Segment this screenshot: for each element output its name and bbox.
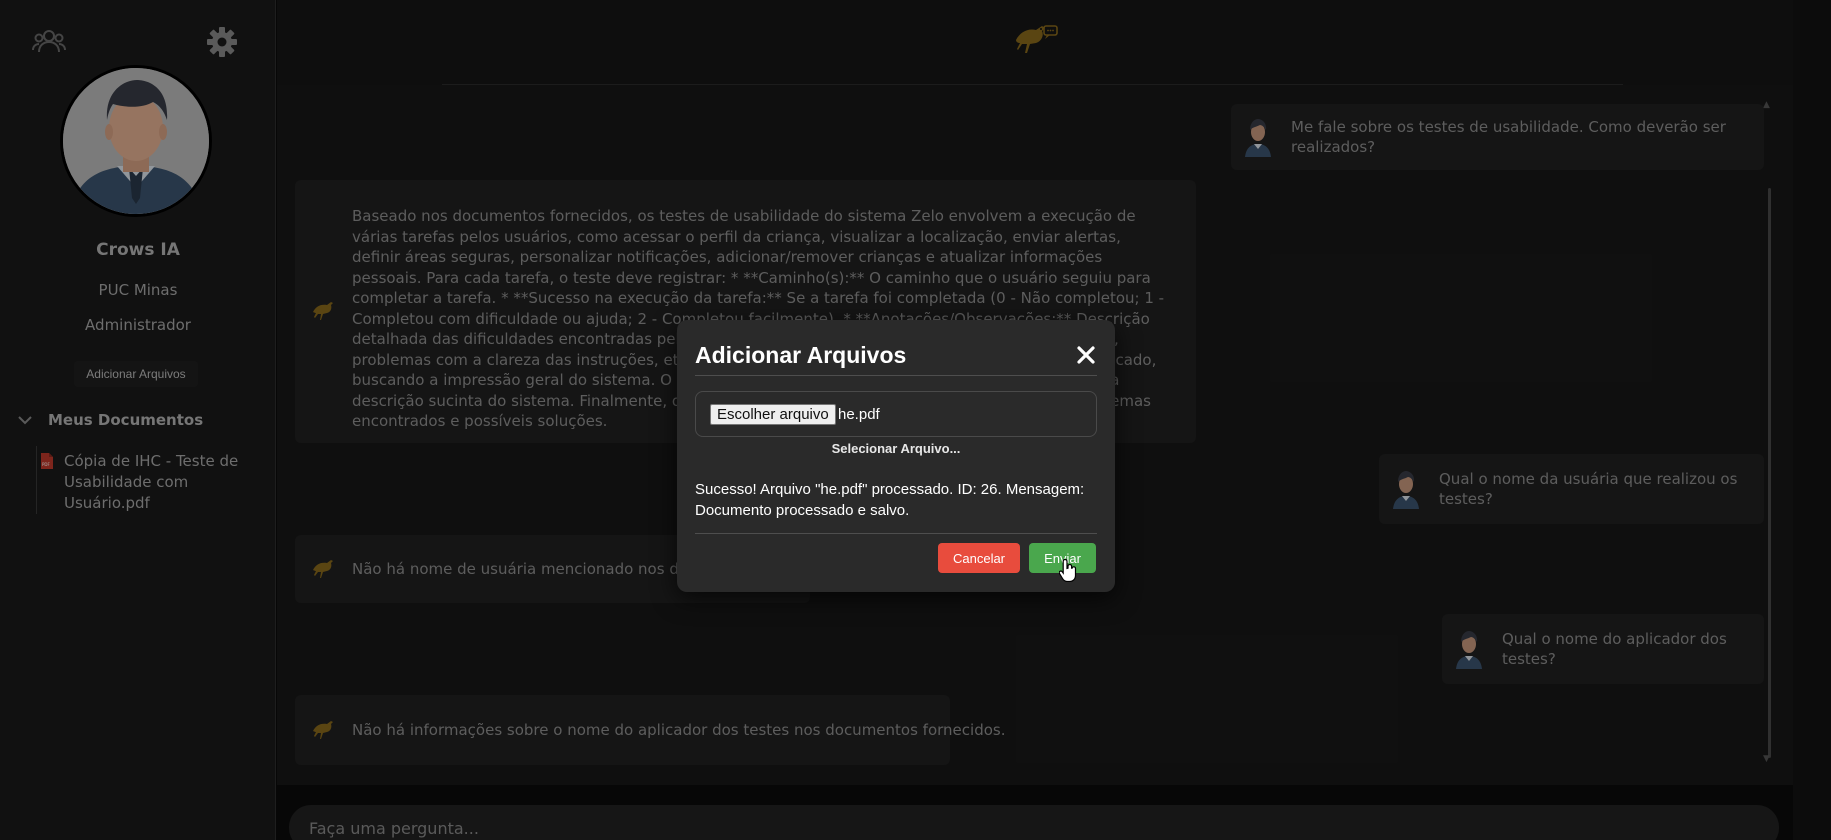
- status-message: Sucesso! Arquivo "he.pdf" processado. ID…: [695, 481, 1085, 519]
- selected-file-name: he.pdf: [838, 406, 880, 423]
- cancel-button[interactable]: Cancelar: [938, 543, 1020, 573]
- modal-divider: [695, 375, 1097, 376]
- right-margin: [1793, 0, 1831, 840]
- modal-divider: [695, 533, 1097, 534]
- file-picker: Escolher arquivo he.pdf: [695, 391, 1097, 437]
- hand-cursor-icon: [1059, 558, 1077, 582]
- add-files-modal: Adicionar Arquivos Escolher arquivo he.p…: [677, 320, 1115, 592]
- modal-title: Adicionar Arquivos: [695, 342, 907, 368]
- choose-file-button[interactable]: Escolher arquivo: [710, 404, 836, 425]
- select-file-label: Selecionar Arquivo...: [831, 441, 961, 456]
- close-icon[interactable]: [1073, 342, 1099, 368]
